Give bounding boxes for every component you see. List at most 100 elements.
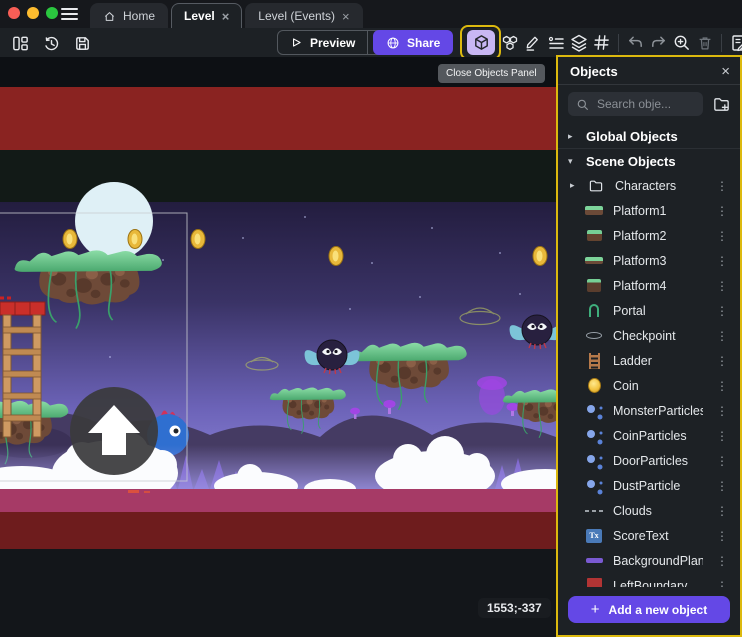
object-menu-icon[interactable]: ⋮: [712, 329, 740, 343]
object-platform1[interactable]: Platform1 ⋮: [558, 198, 740, 223]
object-scoretext[interactable]: Tx ScoreText ⋮: [558, 523, 740, 548]
object-menu-icon[interactable]: ⋮: [712, 504, 740, 518]
bottom-boundary-sprite[interactable]: [0, 512, 556, 549]
edit-scene-variables-button[interactable]: [728, 31, 742, 54]
object-menu-icon[interactable]: ⋮: [712, 404, 740, 418]
save-icon: [73, 34, 92, 53]
group-scene-objects[interactable]: ▾ Scene Objects: [558, 149, 740, 173]
tab-home[interactable]: Home: [90, 3, 168, 28]
group-global-objects[interactable]: ▸ Global Objects: [558, 124, 740, 149]
home-icon: [103, 10, 116, 23]
undo-button[interactable]: [625, 31, 646, 54]
object-portal[interactable]: Portal ⋮: [558, 298, 740, 323]
objects-panel: Objects × ▸ Global Objects: [556, 55, 742, 637]
delete-button[interactable]: [694, 31, 715, 54]
particles-thumbnail-icon: [584, 452, 604, 470]
search-icon: [576, 98, 589, 111]
redo-icon: [649, 33, 668, 52]
object-menu-icon[interactable]: ⋮: [712, 554, 740, 568]
add-folder-button[interactable]: [710, 93, 732, 115]
redo-button[interactable]: [648, 31, 669, 54]
moon-sprite[interactable]: [75, 182, 153, 260]
globe-icon: [386, 36, 400, 50]
scene-tools: [464, 30, 742, 55]
layers-icon: [569, 33, 589, 53]
object-platform3[interactable]: Platform3 ⋮: [558, 248, 740, 273]
editor-void: [0, 549, 556, 637]
object-menu-icon[interactable]: ⋮: [712, 254, 740, 268]
object-menu-icon[interactable]: ⋮: [712, 279, 740, 293]
layers-button[interactable]: [568, 31, 589, 54]
main-menu-icon[interactable]: [61, 8, 78, 20]
zoom-button[interactable]: [671, 31, 692, 54]
dashes-thumbnail-icon: [584, 502, 604, 520]
object-ladder[interactable]: Ladder ⋮: [558, 348, 740, 373]
instance-properties-button[interactable]: [545, 31, 566, 54]
zoom-window-button[interactable]: [46, 7, 58, 19]
close-panel-icon[interactable]: ×: [721, 64, 730, 79]
objects-panel-toggle-button[interactable]: [467, 30, 495, 55]
close-window-button[interactable]: [8, 7, 20, 19]
grid-button[interactable]: [591, 31, 612, 54]
object-menu-icon[interactable]: ⋮: [712, 304, 740, 318]
preview-button[interactable]: Preview: [278, 31, 367, 54]
particles-thumbnail-icon: [584, 477, 604, 495]
add-new-object-button[interactable]: + Add a new object: [568, 596, 730, 623]
close-tab-icon[interactable]: ×: [222, 10, 230, 23]
object-menu-icon[interactable]: ⋮: [712, 429, 740, 443]
scene-editor-canvas[interactable]: [0, 57, 556, 637]
objects-tree: ▸ Global Objects ▾ Scene Objects ▸ Chara…: [558, 122, 740, 587]
tab-level[interactable]: Level ×: [171, 3, 242, 28]
object-backgroundplants[interactable]: BackgroundPlants ⋮: [558, 548, 740, 573]
ground-magenta-band[interactable]: [0, 489, 556, 512]
edit-object-button[interactable]: [522, 31, 543, 54]
object-dustparticle[interactable]: DustParticle ⋮: [558, 473, 740, 498]
properties-icon: [546, 33, 566, 53]
search-input[interactable]: [595, 96, 689, 112]
object-doorparticles[interactable]: DoorParticles ⋮: [558, 448, 740, 473]
coin-thumbnail-icon: [584, 377, 604, 395]
object-menu-icon[interactable]: ⋮: [712, 354, 740, 368]
particles-thumbnail-icon: [584, 402, 604, 420]
object-menu-icon[interactable]: ⋮: [712, 454, 740, 468]
plus-icon: +: [591, 601, 600, 618]
window-controls: [8, 7, 58, 19]
project-manager-button[interactable]: [9, 32, 31, 54]
object-coin[interactable]: Coin ⋮: [558, 373, 740, 398]
object-menu-icon[interactable]: ⋮: [712, 579, 740, 588]
lava-fleck: [128, 490, 139, 493]
platform-thumbnail-icon: [584, 277, 604, 295]
zoom-in-icon: [672, 33, 691, 52]
expander-icon[interactable]: ▸: [570, 180, 577, 191]
object-menu-icon[interactable]: ⋮: [712, 479, 740, 493]
object-menu-icon[interactable]: ⋮: [712, 204, 740, 218]
tab-label: Level: [184, 9, 215, 23]
object-platform2[interactable]: Platform2 ⋮: [558, 223, 740, 248]
close-tab-icon[interactable]: ×: [342, 10, 350, 23]
jump-arrow-button-sprite[interactable]: [70, 387, 158, 475]
object-menu-icon[interactable]: ⋮: [712, 529, 740, 543]
version-history-button[interactable]: [40, 32, 62, 54]
object-platform4[interactable]: Platform4 ⋮: [558, 273, 740, 298]
object-groups-button[interactable]: [499, 31, 520, 54]
minimize-window-button[interactable]: [27, 7, 39, 19]
object-menu-icon[interactable]: ⋮: [712, 379, 740, 393]
save-button[interactable]: [71, 32, 93, 54]
top-boundary-sprite[interactable]: [0, 87, 556, 150]
expander-icon[interactable]: ▾: [568, 156, 577, 167]
scene-variables-icon: [729, 33, 742, 53]
portal-thumbnail-icon: [584, 302, 604, 320]
expander-icon[interactable]: ▸: [568, 131, 577, 142]
object-menu-icon[interactable]: ⋮: [712, 229, 740, 243]
object-folder-characters[interactable]: ▸ Characters ⋮: [558, 173, 740, 198]
plants-thumbnail-icon: [584, 552, 604, 570]
object-clouds[interactable]: Clouds ⋮: [558, 498, 740, 523]
object-search-box[interactable]: [568, 92, 703, 116]
object-leftboundary[interactable]: LeftBoundary ⋮: [558, 573, 740, 587]
tab-level-events[interactable]: Level (Events) ×: [245, 3, 362, 28]
object-coinparticles[interactable]: CoinParticles ⋮: [558, 423, 740, 448]
object-monsterparticles[interactable]: MonsterParticles ⋮: [558, 398, 740, 423]
share-button[interactable]: Share: [373, 30, 453, 55]
object-menu-icon[interactable]: ⋮: [712, 179, 740, 193]
object-checkpoint[interactable]: Checkpoint ⋮: [558, 323, 740, 348]
